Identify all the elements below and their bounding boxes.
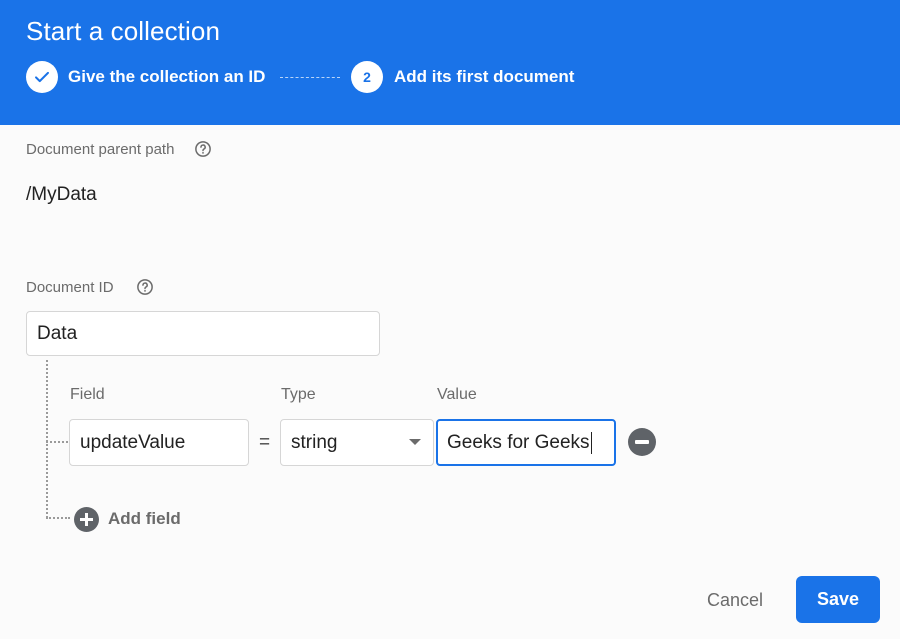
help-circle-icon[interactable] (136, 278, 154, 296)
step-1-check-icon (26, 61, 58, 93)
dialog-title: Start a collection (26, 16, 221, 46)
tree-connector (46, 360, 48, 518)
step-1-label: Give the collection an ID (68, 67, 266, 86)
stepper: Give the collection an ID 2 Add its firs… (26, 60, 646, 94)
field-value-input[interactable]: Geeks for Geeks (436, 419, 616, 466)
remove-field-icon[interactable] (628, 428, 656, 456)
step-connector (280, 77, 340, 78)
add-circle-icon (74, 506, 99, 532)
field-type-value: string (291, 431, 338, 453)
dialog-header: Start a collection Give the collection a… (0, 0, 900, 125)
value-column-label: Value (437, 386, 477, 403)
field-type-select[interactable]: string (280, 419, 434, 466)
field-column-label: Field (70, 386, 105, 403)
text-caret (590, 431, 592, 454)
type-column-label: Type (281, 386, 316, 403)
save-button[interactable]: Save (796, 576, 880, 623)
dropdown-arrow-icon (409, 439, 421, 445)
tree-connector (46, 517, 70, 519)
help-circle-icon[interactable] (194, 140, 212, 158)
parent-path-label: Document parent path (26, 141, 175, 158)
cancel-button[interactable]: Cancel (690, 578, 780, 622)
tree-connector (46, 441, 68, 443)
parent-path-value: /MyData (26, 184, 97, 205)
step-2-number: 2 (351, 61, 383, 93)
field-name-input[interactable]: updateValue (69, 419, 249, 466)
equals-sign: = (259, 432, 271, 453)
field-value-text: Geeks for Geeks (447, 431, 590, 453)
add-field-button[interactable]: Add field (74, 506, 181, 532)
document-id-value: Data (37, 322, 78, 344)
step-2-label: Add its first document (394, 67, 575, 86)
add-field-label: Add field (108, 509, 181, 528)
document-id-input[interactable]: Data (26, 311, 380, 356)
start-collection-dialog: Start a collection Give the collection a… (0, 0, 900, 639)
document-id-label: Document ID (26, 279, 114, 296)
field-name-value: updateValue (80, 431, 186, 453)
